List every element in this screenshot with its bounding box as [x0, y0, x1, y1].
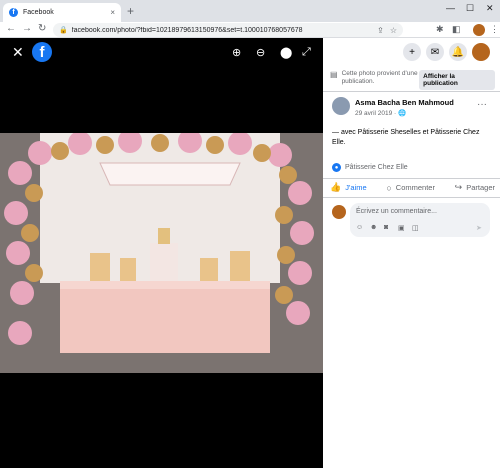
- comment-label: Commenter: [395, 183, 435, 192]
- tab-strip: f Facebook × + — ☐ ✕: [0, 0, 500, 22]
- divider: [323, 91, 500, 92]
- profile-avatar[interactable]: [473, 24, 485, 36]
- extensions-icon[interactable]: ✱: [436, 24, 444, 35]
- post-caption: — avec Pâtisserie Sheselles et Pâtisseri…: [332, 129, 480, 146]
- author-name[interactable]: Asma Bacha Ben Mahmoud: [355, 98, 454, 107]
- close-window-icon[interactable]: ✕: [486, 3, 494, 14]
- camera-icon[interactable]: ◙: [384, 224, 388, 231]
- lock-icon: 🔒: [59, 27, 68, 34]
- account-avatar[interactable]: [472, 43, 490, 61]
- facebook-logo-icon[interactable]: f: [32, 42, 52, 62]
- tab-close-icon[interactable]: ×: [110, 8, 115, 17]
- like-button[interactable]: 👍 J'aime: [330, 182, 367, 193]
- tab-facebook[interactable]: f Facebook ×: [3, 3, 121, 22]
- facebook-favicon-icon: f: [9, 8, 18, 17]
- zoom-out-icon[interactable]: ⊖: [256, 46, 265, 59]
- view-publication-button[interactable]: Afficher la publication: [419, 70, 495, 90]
- comment-button[interactable]: ○ Commenter: [386, 182, 435, 193]
- photo-viewer: ✕ f ⊕ ⊖ ⬤ ⤢: [0, 38, 323, 468]
- divider: [323, 178, 500, 179]
- tag-icon[interactable]: ⬤: [280, 46, 292, 59]
- minimize-icon[interactable]: —: [446, 3, 455, 13]
- tab-title: Facebook: [23, 9, 54, 16]
- share-label: Partager: [466, 183, 495, 192]
- right-header: + ✉ 🔔: [323, 38, 500, 68]
- comment-icon: ○: [386, 182, 392, 193]
- create-icon[interactable]: +: [403, 43, 421, 61]
- info-icon: ▤: [330, 70, 338, 79]
- menu-icon[interactable]: ⋮: [490, 24, 499, 35]
- page-badge-icon: ●: [332, 163, 341, 172]
- publication-notice: ▤ Cette photo provient d'une publication…: [330, 70, 495, 90]
- sticker-icon[interactable]: ◫: [412, 224, 419, 232]
- post-date[interactable]: 29 avril 2019 · 🌐: [355, 109, 406, 117]
- url-text: facebook.com/photo/?fbid=102189796131509…: [71, 26, 303, 34]
- address-bar[interactable]: 🔒 facebook.com/photo/?fbid=1021897961315…: [53, 23, 403, 37]
- comment-placeholder: Écrivez un commentaire...: [356, 208, 437, 215]
- back-icon[interactable]: ←: [6, 23, 16, 34]
- share-icon: ↪: [454, 182, 463, 192]
- side-panel-icon[interactable]: ◧: [452, 24, 461, 35]
- party-table-image: [0, 133, 323, 373]
- forward-icon[interactable]: →: [22, 23, 32, 34]
- bookmark-star-icon[interactable]: ☆: [390, 26, 397, 35]
- maximize-icon[interactable]: ☐: [466, 3, 474, 14]
- more-options-icon[interactable]: ···: [477, 99, 487, 110]
- fullscreen-icon[interactable]: ⤢: [302, 46, 311, 59]
- share-button[interactable]: ↪ Partager: [455, 182, 495, 193]
- author-avatar[interactable]: [332, 97, 350, 115]
- tagged-page[interactable]: ● Pâtisserie Chez Elle: [332, 163, 408, 172]
- avatar-sticker-icon[interactable]: ☺: [356, 224, 363, 231]
- tagged-page-label: Pâtisserie Chez Elle: [345, 164, 408, 171]
- messenger-icon[interactable]: ✉: [426, 43, 444, 61]
- share-page-icon[interactable]: ⇪: [377, 26, 384, 35]
- thumbs-up-icon: 👍: [330, 182, 342, 192]
- commenter-avatar[interactable]: [332, 205, 346, 219]
- post-photo[interactable]: [0, 133, 323, 373]
- reload-icon[interactable]: ↻: [38, 23, 46, 34]
- like-label: J'aime: [345, 183, 367, 192]
- send-icon[interactable]: ➤: [476, 224, 482, 232]
- emoji-icon[interactable]: ☻: [370, 224, 377, 231]
- zoom-in-icon[interactable]: ⊕: [232, 46, 241, 59]
- notice-text: Cette photo provient d'une publication.: [341, 70, 418, 85]
- close-viewer-icon[interactable]: ✕: [12, 44, 24, 61]
- comment-input[interactable]: Écrivez un commentaire... ☺ ☻ ◙ ▣ ◫ ➤: [350, 203, 490, 237]
- divider: [323, 197, 500, 198]
- notifications-icon[interactable]: 🔔: [449, 43, 467, 61]
- new-tab-button[interactable]: +: [127, 4, 134, 18]
- gif-icon[interactable]: ▣: [398, 224, 405, 232]
- post-actions: 👍 J'aime ○ Commenter ↪ Partager: [330, 182, 495, 193]
- browser-toolbar: ← → ↻ 🔒 facebook.com/photo/?fbid=1021897…: [0, 22, 500, 38]
